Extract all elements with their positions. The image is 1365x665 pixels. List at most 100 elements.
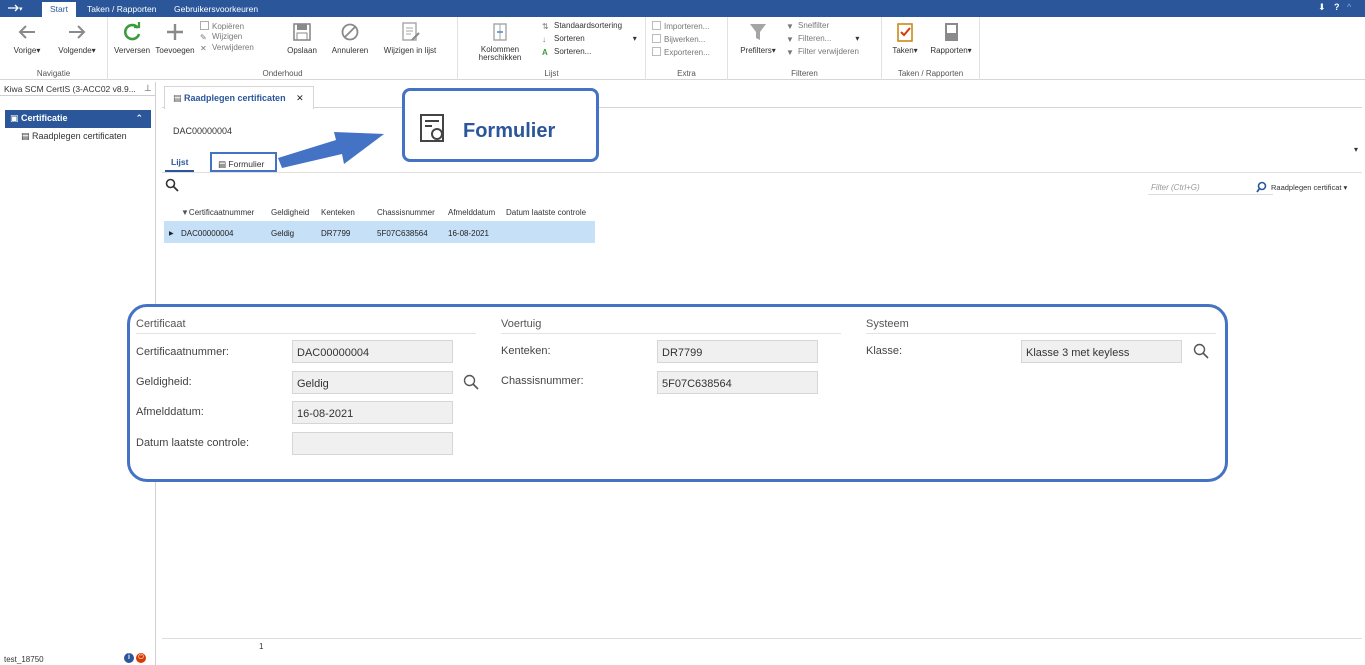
tab-gebruikersvoorkeuren[interactable]: Gebruikersvoorkeuren <box>166 2 266 17</box>
group-label: Onderhoud <box>262 69 303 78</box>
nav-item-raadplegen-certificaten[interactable]: ▤ Raadplegen certificaten <box>21 131 127 142</box>
quick-access-toolbar[interactable]: ▾ <box>6 2 34 15</box>
help-button[interactable]: ? <box>1334 2 1340 12</box>
group-taken-rapporten: Taken▾ Rapporten▾ Taken / Rapporten <box>882 17 980 80</box>
status-user: test_18750 <box>4 655 44 664</box>
tasks-button[interactable]: Taken▾ <box>888 21 922 55</box>
datum-laatste-controle-field[interactable] <box>292 432 453 455</box>
certificate-icon: ▣ <box>10 113 19 123</box>
tab-formulier[interactable]: ▤ Formulier <box>210 152 277 172</box>
afmelddatum-label: Afmelddatum: <box>136 406 204 418</box>
quickfilter-label: Snelfilter <box>798 21 830 30</box>
prev-label: Vorige <box>13 46 37 55</box>
prev-button[interactable]: Vorige▾ <box>6 21 48 55</box>
import-button[interactable]: Importeren... <box>652 21 709 31</box>
reports-button[interactable]: Rapporten▾ <box>926 21 976 55</box>
reorder-label-2: herschikken <box>478 53 522 62</box>
grid-footer <box>162 638 1362 639</box>
pin-icon[interactable]: ⊥ <box>144 83 152 94</box>
kenteken-label: Kenteken: <box>501 345 551 357</box>
chevron-down-icon: ▾ <box>632 34 637 43</box>
delete-button[interactable]: ✕ Verwijderen <box>200 43 254 53</box>
document-tab[interactable]: ▤ Raadplegen certificaten ✕ <box>164 86 314 109</box>
filter-label: Filteren... <box>798 34 832 43</box>
prefilters-button[interactable]: Prefilters▾ <box>736 21 780 55</box>
refresh-label: Verversen <box>114 46 151 55</box>
filter-button[interactable]: ▼ Filteren... ▾ <box>786 34 859 44</box>
search-icon[interactable] <box>1256 181 1268 193</box>
list-edit-icon <box>402 22 420 41</box>
column-header-datum-laatste-controle[interactable]: Datum laatste controle <box>506 208 586 217</box>
reorder-columns-button[interactable]: Kolommen herschikken <box>470 21 530 62</box>
certificaatnummer-field[interactable]: DAC00000004 <box>292 340 453 363</box>
sort-icon: ⇅ <box>542 22 549 31</box>
sort-more-button[interactable]: A Sorteren... <box>542 47 591 57</box>
filter-icon: ▼ <box>181 208 189 217</box>
tab-taken-rapporten[interactable]: Taken / Rapporten <box>79 2 164 17</box>
edit-label: Wijzigen <box>212 32 243 41</box>
default-sort-button[interactable]: ⇅ Standaardsortering <box>542 21 622 31</box>
close-icon[interactable]: ✕ <box>296 93 304 103</box>
nav-section-certificatie[interactable]: ▣ Certificatie ⌃ <box>5 110 151 128</box>
next-label: Volgende <box>58 46 92 55</box>
filter-small-icon: ▼ <box>786 35 794 44</box>
save-icon <box>293 23 311 41</box>
column-header-chassisnummer[interactable]: Chassisnummer <box>377 208 435 217</box>
edit-button[interactable]: ✎ Wijzigen <box>200 32 242 42</box>
copy-label: Kopiëren <box>212 22 245 31</box>
overflow-icon[interactable]: ▾ <box>1354 145 1358 154</box>
afmelddatum-field[interactable]: 16-08-2021 <box>292 401 453 424</box>
download-icon[interactable]: ⬇ <box>1318 2 1326 13</box>
tab-lijst[interactable]: Lijst <box>165 152 195 172</box>
group-onderhoud: Verversen Toevoegen Kopiëren ✎ Wijzigen ✕… <box>108 17 458 80</box>
column-header-kenteken[interactable]: Kenteken <box>321 208 355 217</box>
group-label: Filteren <box>791 69 818 78</box>
chassisnummer-field[interactable]: 5F07C638564 <box>657 371 818 394</box>
import-icon <box>652 21 661 30</box>
column-header-certificaatnummer[interactable]: ▼Certificaatnummer <box>181 208 254 217</box>
view-select[interactable]: Raadplegen certificat ▾ <box>1271 183 1347 192</box>
group-label: Taken / Rapporten <box>897 69 964 78</box>
export-button[interactable]: Exporteren... <box>652 47 710 57</box>
refresh-button[interactable]: Verversen <box>114 21 150 55</box>
column-header-afmelddatum[interactable]: Afmelddatum <box>448 208 495 217</box>
collapse-ribbon-icon[interactable]: ^ <box>1347 2 1351 12</box>
save-button[interactable]: Opslaan <box>286 21 318 55</box>
search-icon[interactable] <box>1193 343 1209 359</box>
add-button[interactable]: Toevoegen <box>154 21 196 55</box>
sort-button[interactable]: ↓ Sorteren ▾ <box>542 34 637 44</box>
close-icon: ✕ <box>200 44 207 53</box>
arrow-left-icon <box>18 25 35 39</box>
report-icon <box>945 23 958 41</box>
next-button[interactable]: Volgende▾ <box>52 21 102 55</box>
power-icon[interactable]: ⏻ <box>136 653 146 663</box>
tab-formulier-label: Formulier <box>228 159 265 169</box>
remove-filter-button[interactable]: ▼ Filter verwijderen <box>786 47 859 57</box>
search-icon[interactable] <box>165 178 179 192</box>
klasse-field[interactable]: Klasse 3 met keyless <box>1021 340 1182 363</box>
tab-start[interactable]: Start <box>42 2 76 17</box>
group-label: Lijst <box>544 69 559 78</box>
document-tab-strip <box>162 86 1362 108</box>
filter-input[interactable]: Filter (Ctrl+G) <box>1148 181 1273 195</box>
info-icon[interactable]: i <box>124 653 134 663</box>
update-button[interactable]: Bijwerken... <box>652 34 705 44</box>
copy-button[interactable]: Kopiëren <box>200 21 244 31</box>
geldigheid-field[interactable]: Geldig <box>292 371 453 394</box>
search-icon[interactable] <box>463 374 479 390</box>
copy-icon <box>200 21 209 30</box>
view-select-label: Raadplegen certificat <box>1271 183 1342 192</box>
kenteken-field[interactable]: DR7799 <box>657 340 818 363</box>
list-edit-button[interactable]: Wijzigen in lijst <box>376 21 444 55</box>
remove-filter-label: Filter verwijderen <box>798 47 859 56</box>
form-icon <box>420 114 444 142</box>
table-cell: DAC00000004 <box>181 229 234 238</box>
export-icon <box>652 47 661 56</box>
save-label: Opslaan <box>287 46 317 55</box>
document-tab-label: Raadplegen certificaten <box>184 93 286 103</box>
plus-icon <box>167 24 183 40</box>
column-header-geldigheid[interactable]: Geldigheid <box>271 208 309 217</box>
quickfilter-button[interactable]: ▼ Snelfilter <box>786 21 829 31</box>
nav-header: Kiwa SCM CertIS (3-ACC02 v8.9... <box>0 82 155 96</box>
cancel-button[interactable]: Annuleren <box>328 21 372 55</box>
